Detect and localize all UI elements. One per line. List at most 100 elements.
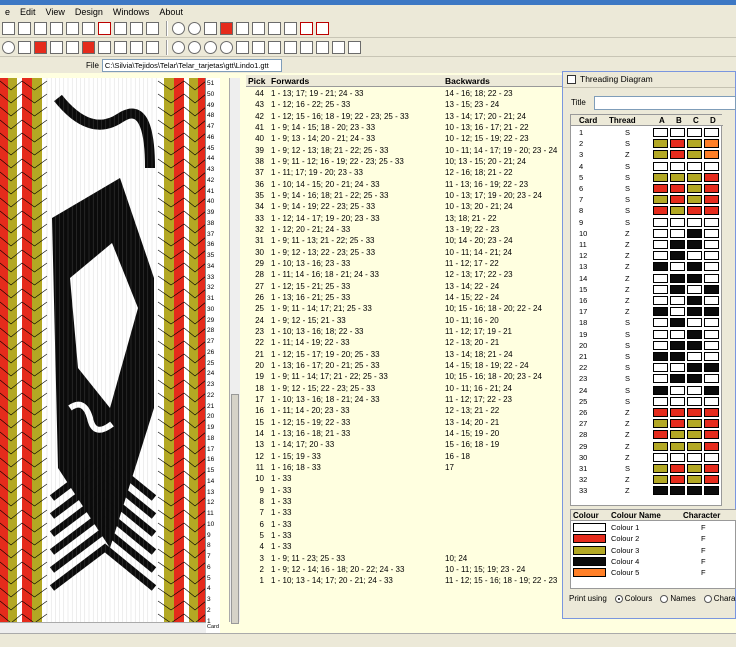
pick-row[interactable]: 15 1 - 12; 15 - 19; 22 - 33 13 - 14; 20 - … <box>246 417 562 428</box>
hole-c-swatch[interactable] <box>687 385 702 395</box>
colour-row[interactable]: Colour 1 F <box>571 522 736 533</box>
card-row[interactable]: 12 Z <box>571 250 723 261</box>
grid-small-icon[interactable] <box>98 40 111 54</box>
card-row[interactable]: 5S <box>571 172 723 183</box>
hole-b-swatch[interactable] <box>670 396 685 406</box>
card-row[interactable]: 22 S <box>571 362 723 373</box>
title-input[interactable] <box>594 96 736 110</box>
hole-b-swatch[interactable] <box>670 284 685 294</box>
hole-c-swatch[interactable] <box>687 161 702 171</box>
rotate-right-icon[interactable] <box>188 40 201 54</box>
toolbar-icon[interactable] <box>2 21 15 35</box>
open-icon[interactable] <box>18 21 31 35</box>
colour-swatch[interactable] <box>573 534 606 544</box>
hole-b-swatch[interactable] <box>670 150 685 160</box>
pattern-horizontal-scrollbar[interactable] <box>0 622 206 633</box>
card-row[interactable]: 31 S <box>571 463 723 474</box>
hole-a-swatch[interactable] <box>653 441 668 451</box>
hole-d-swatch[interactable] <box>704 228 719 238</box>
hole-c-swatch[interactable] <box>687 408 702 417</box>
hole-a-swatch[interactable] <box>653 329 668 339</box>
card-row[interactable]: 23 S <box>571 373 723 384</box>
pick-row[interactable]: 14 1 - 13; 16 - 18; 21 - 33 14 - 15; 19 - … <box>246 428 562 439</box>
delete-icon[interactable] <box>284 40 297 54</box>
menu-about[interactable]: About <box>154 7 188 17</box>
pick-row[interactable]: 2 1 - 9; 12 - 14; 16 - 18; 20 - 22; 24 - … <box>246 564 562 575</box>
pick-row[interactable]: 30 1 - 9; 12 - 13; 22 - 23; 25 - 33 10 - 1… <box>246 247 562 258</box>
hole-d-swatch[interactable] <box>704 296 719 305</box>
hole-b-swatch[interactable] <box>670 441 685 451</box>
hole-d-swatch[interactable] <box>704 475 719 485</box>
print-icon[interactable] <box>98 21 111 35</box>
card-row[interactable]: 18 S <box>571 317 723 328</box>
colour-row[interactable]: Colour 4 F <box>571 556 736 567</box>
hole-d-swatch[interactable] <box>704 464 719 473</box>
no-icon[interactable] <box>50 40 63 54</box>
hole-a-swatch[interactable] <box>653 396 668 406</box>
hole-c-swatch[interactable] <box>687 452 702 462</box>
radio-checked-icon[interactable] <box>614 594 623 603</box>
threading-window-titlebar[interactable]: Threading Diagram <box>563 72 735 88</box>
hole-a-swatch[interactable] <box>653 195 668 205</box>
hole-d-swatch[interactable] <box>704 363 719 373</box>
hole-d-swatch[interactable] <box>704 486 719 496</box>
pick-row[interactable]: 22 1 - 11; 14 - 19; 22 - 33 12 - 13; 20 - … <box>246 337 562 348</box>
hole-d-swatch[interactable] <box>704 217 719 227</box>
fill-icon[interactable] <box>114 40 127 54</box>
hole-a-swatch[interactable] <box>653 464 668 473</box>
zoom-out-icon[interactable] <box>188 21 201 35</box>
hole-d-swatch[interactable] <box>704 150 719 160</box>
card-row[interactable]: 16 Z <box>571 295 723 306</box>
card-row[interactable]: 4S <box>571 161 723 172</box>
pick-row[interactable]: 43 1 - 12; 16 - 22; 25 - 33 13 - 15; 23 - … <box>246 99 562 110</box>
hole-a-swatch[interactable] <box>653 296 668 305</box>
letter-a-icon[interactable] <box>66 40 79 54</box>
flip-icon[interactable] <box>236 40 249 54</box>
hole-b-swatch[interactable] <box>670 296 685 305</box>
hole-a-swatch[interactable] <box>653 452 668 462</box>
pick-row[interactable]: 17 1 - 10; 13 - 16; 18 - 21; 24 - 33 11 - … <box>246 394 562 405</box>
hole-d-swatch[interactable] <box>704 206 719 216</box>
card-row[interactable]: 24 S <box>571 385 723 396</box>
hole-b-swatch[interactable] <box>670 452 685 462</box>
hole-b-swatch[interactable] <box>670 352 685 361</box>
hole-c-swatch[interactable] <box>687 464 702 473</box>
hole-c-swatch[interactable] <box>687 363 702 373</box>
hole-b-swatch[interactable] <box>670 374 685 384</box>
hole-a-swatch[interactable] <box>653 273 668 283</box>
copy-icon[interactable] <box>82 21 95 35</box>
pick-row[interactable]: 42 1 - 12; 15 - 16; 18 - 19; 22 - 23; 25 … <box>246 111 562 122</box>
colour-swatch[interactable] <box>573 545 606 555</box>
pick-row[interactable]: 44 1 - 13; 17; 19 - 21; 24 - 33 14 - 16; 1… <box>246 88 562 99</box>
pick-row[interactable]: 27 1 - 12; 15 - 21; 25 - 33 13 - 14; 22 - … <box>246 281 562 292</box>
print-colours-option[interactable]: Colours <box>614 594 652 603</box>
hole-b-swatch[interactable] <box>670 206 685 216</box>
pick-row[interactable]: 29 1 - 10; 13 - 16; 23 - 33 11 - 12; 17 - … <box>246 258 562 269</box>
redo-icon[interactable] <box>316 21 329 35</box>
card-row[interactable]: 1S <box>571 127 723 138</box>
columns-icon[interactable] <box>146 40 159 54</box>
hole-d-swatch[interactable] <box>704 128 719 137</box>
hole-a-swatch[interactable] <box>653 363 668 373</box>
card-row[interactable]: 14 Z <box>571 273 723 284</box>
pattern-icon[interactable] <box>268 21 281 35</box>
pick-row[interactable]: 33 1 - 12; 14 - 17; 19 - 20; 23 - 33 13; 1… <box>246 213 562 224</box>
hole-d-swatch[interactable] <box>704 329 719 339</box>
radio-icon[interactable] <box>703 594 712 603</box>
insert-icon[interactable] <box>268 40 281 54</box>
hole-b-swatch[interactable] <box>670 318 685 328</box>
hole-c-swatch[interactable] <box>687 352 702 361</box>
card-flip-icon[interactable] <box>252 40 265 54</box>
hole-a-swatch[interactable] <box>653 352 668 361</box>
hole-c-swatch[interactable] <box>687 262 702 272</box>
card-icon[interactable] <box>236 21 249 35</box>
hole-c-swatch[interactable] <box>687 195 702 205</box>
hole-d-swatch[interactable] <box>704 385 719 395</box>
align-icon[interactable] <box>130 40 143 54</box>
hole-a-swatch[interactable] <box>653 284 668 294</box>
print-names-option[interactable]: Names <box>660 594 696 603</box>
hole-d-swatch[interactable] <box>704 172 719 182</box>
hole-d-swatch[interactable] <box>704 307 719 317</box>
scrollbar-thumb[interactable] <box>231 394 239 624</box>
pick-row[interactable]: 19 1 - 9; 11 - 14; 17; 21 - 22; 25 - 33 10… <box>246 371 562 382</box>
